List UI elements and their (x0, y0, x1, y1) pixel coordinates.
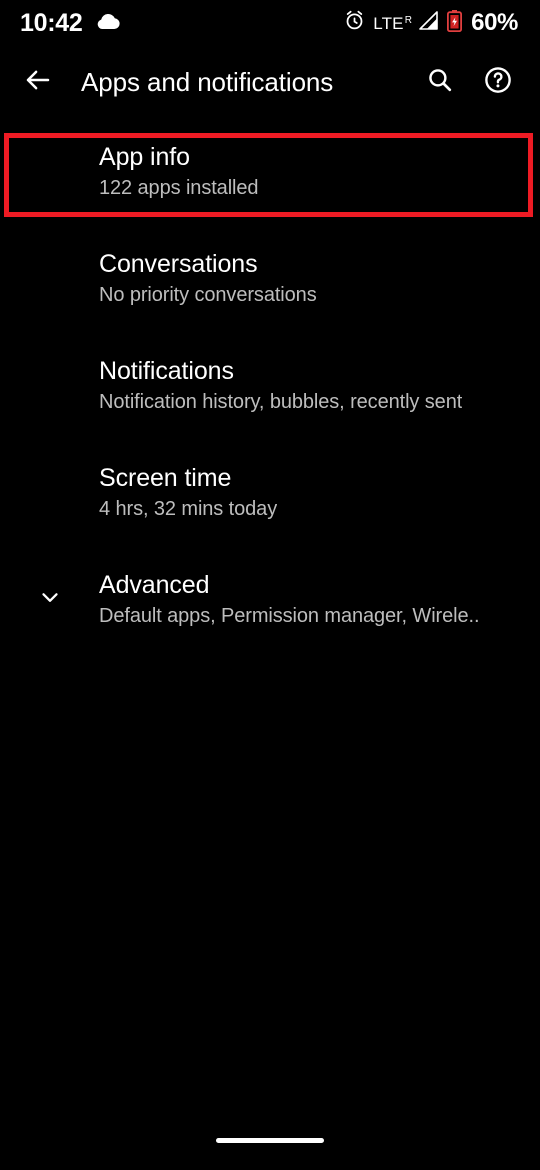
signal-bars-icon (419, 11, 439, 35)
navigation-bar (0, 1118, 540, 1170)
list-item-notifications[interactable]: Notifications Notification history, bubb… (0, 332, 540, 439)
row-text-group: Screen time 4 hrs, 32 mins today (99, 464, 277, 521)
list-item-summary: No priority conversations (99, 283, 317, 306)
home-gesture-bar[interactable] (216, 1137, 324, 1143)
list-item-app-info[interactable]: App info 122 apps installed (0, 118, 540, 225)
expand-advanced-button[interactable] (0, 546, 99, 653)
list-item-title: Advanced (99, 571, 210, 600)
list-item-summary: 122 apps installed (99, 176, 259, 199)
arrow-back-icon (23, 65, 53, 100)
cloud-icon (95, 12, 121, 35)
search-button[interactable] (416, 58, 464, 106)
network-type-text: LTE (373, 13, 404, 33)
list-item-summary: Notification history, bubbles, recently … (99, 390, 463, 413)
status-bar-left: 10:42 (20, 8, 121, 37)
battery-low-icon (447, 9, 463, 37)
page-title: Apps and notifications (81, 66, 334, 97)
list-item-title: Notifications (99, 357, 234, 386)
app-bar-actions (416, 58, 540, 106)
roaming-indicator: R (404, 14, 413, 26)
chevron-down-icon (37, 584, 63, 615)
status-bar-right: LTER 60% (344, 9, 518, 37)
list-item-title: Conversations (99, 250, 258, 279)
help-button[interactable] (474, 58, 522, 106)
list-item-title: Screen time (99, 464, 232, 493)
network-type-label: LTER (373, 13, 413, 33)
row-text-group: App info 122 apps installed (99, 143, 258, 200)
back-button[interactable] (10, 54, 66, 110)
list-item-screen-time[interactable]: Screen time 4 hrs, 32 mins today (0, 439, 540, 546)
help-circle-icon (483, 65, 513, 100)
row-text-group: Conversations No priority conversations (99, 250, 317, 307)
alarm-icon (344, 10, 365, 36)
row-text-group: Advanced Default apps, Permission manage… (99, 571, 479, 628)
status-bar: 10:42 LTER 60% (0, 0, 540, 46)
row-text-group: Notifications Notification history, bubb… (99, 357, 462, 414)
list-item-summary: 4 hrs, 32 mins today (99, 497, 278, 520)
battery-percent-label: 60% (471, 9, 518, 36)
list-item-advanced[interactable]: Advanced Default apps, Permission manage… (0, 546, 540, 653)
list-item-conversations[interactable]: Conversations No priority conversations (0, 225, 540, 332)
status-clock: 10:42 (20, 8, 83, 37)
settings-list: App info 122 apps installed Conversation… (0, 118, 540, 653)
list-item-title: App info (99, 143, 190, 172)
search-icon (426, 66, 454, 99)
app-bar: Apps and notifications (0, 46, 540, 118)
list-item-summary: Default apps, Permission manager, Wirele… (99, 604, 480, 627)
